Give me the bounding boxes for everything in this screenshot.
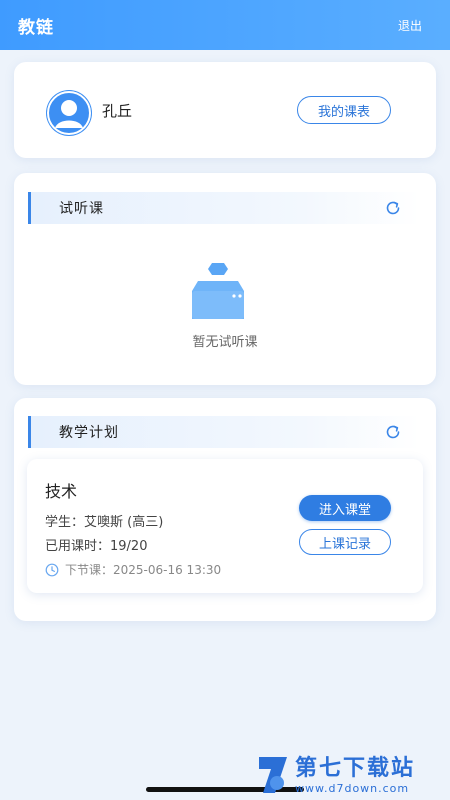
course-name: 技术 <box>45 482 78 501</box>
refresh-icon[interactable] <box>384 199 402 217</box>
plan-list-item[interactable]: 技术 学生：艾噢斯 (高三) 已用课时：19/20 下节课：2025-06-16… <box>27 459 423 593</box>
app-title: 教链 <box>18 17 54 38</box>
next-lesson: 下节课：2025-06-16 13:30 <box>45 561 221 578</box>
student-info: 学生：艾噢斯 (高三) <box>45 515 164 530</box>
refresh-icon[interactable] <box>384 423 402 441</box>
used-hours: 已用课时：19/20 <box>45 539 148 554</box>
app-header: 教链 退出 <box>0 0 450 50</box>
user-card: 孔丘 我的课表 <box>14 62 436 158</box>
empty-state-text: 暂无试听课 <box>192 335 258 350</box>
watermark-logo-icon <box>255 753 291 797</box>
watermark: 第七下载站 www.d7down.com <box>255 750 450 800</box>
trial-section-header: 试听课 <box>28 192 420 224</box>
class-records-button[interactable]: 上课记录 <box>299 529 391 555</box>
empty-box-icon <box>188 261 248 321</box>
watermark-url: www.d7down.com <box>295 781 410 795</box>
enter-classroom-button[interactable]: 进入课堂 <box>299 495 391 521</box>
plan-section-header: 教学计划 <box>28 416 420 448</box>
user-name: 孔丘 <box>102 102 133 120</box>
section-title: 教学计划 <box>59 425 119 441</box>
logout-button[interactable]: 退出 <box>398 17 422 34</box>
watermark-title: 第七下载站 <box>295 755 416 781</box>
clock-icon <box>45 563 59 577</box>
next-lesson-text: 下节课：2025-06-16 13:30 <box>65 563 222 577</box>
teaching-plan-card: 教学计划 技术 学生：艾噢斯 (高三) 已用课时：19/20 下节课：2025-… <box>14 398 436 621</box>
avatar-icon[interactable] <box>46 90 92 136</box>
my-schedule-button[interactable]: 我的课表 <box>297 96 391 124</box>
trial-lessons-card: 试听课 暂无试听课 <box>14 173 436 385</box>
section-title: 试听课 <box>59 201 104 217</box>
